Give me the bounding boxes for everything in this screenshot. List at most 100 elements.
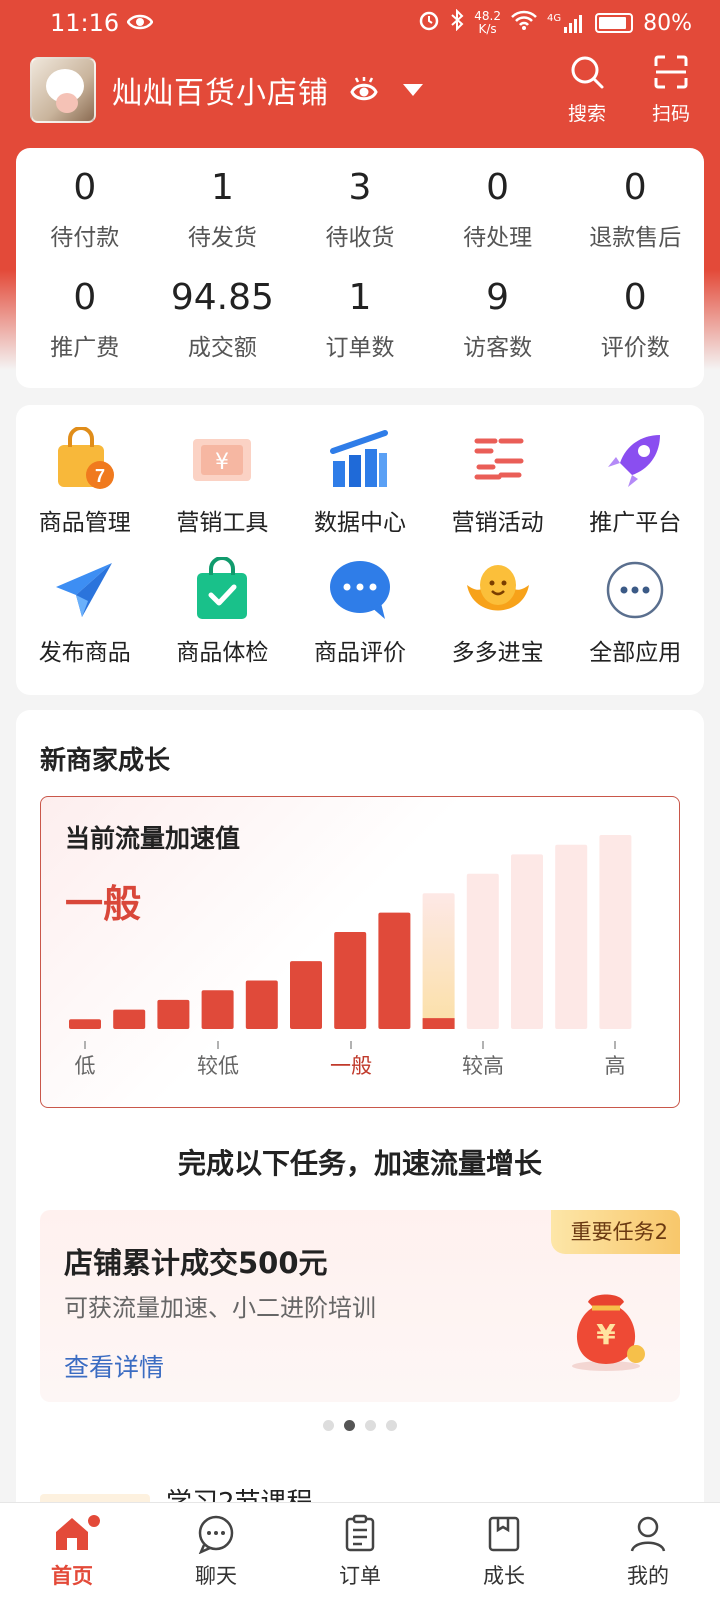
signal-icon: 4G <box>547 13 585 33</box>
search-label: 搜索 <box>567 103 606 125</box>
traffic-accel-chart[interactable]: 低较低 一般 较高高 当前流量加速值 一般 <box>40 796 680 1108</box>
chart-bar <box>422 893 455 1029</box>
stat-value: 9 <box>486 277 510 318</box>
tab-home[interactable]: 首页 <box>0 1503 144 1600</box>
app-publish-product[interactable]: 发布商品 <box>16 557 154 687</box>
chat-icon <box>196 1514 236 1558</box>
app-product-reviews[interactable]: 商品评价 <box>291 557 429 687</box>
carousel-dot[interactable] <box>386 1420 397 1431</box>
carousel-indicator <box>16 1420 704 1431</box>
chart-level-label: 较低 <box>197 1054 239 1078</box>
store-name[interactable]: 灿灿百货小店铺 <box>112 68 329 112</box>
stat-pending-receipt[interactable]: 3 待收货 <box>291 166 429 276</box>
app-duoduo-jinbao[interactable]: 多多进宝 <box>429 557 567 687</box>
stat-value: 0 <box>486 167 510 208</box>
app-label: 营销活动 <box>451 510 544 536</box>
app-label: 发布商品 <box>38 640 131 666</box>
home-icon <box>52 1514 92 1558</box>
stat-label: 待收货 <box>325 225 395 251</box>
chart-bar <box>113 1009 146 1029</box>
task-heading: 完成以下任务，加速流量增长 <box>177 1147 542 1180</box>
paper-plane-icon <box>52 557 118 623</box>
stat-label: 推广费 <box>50 335 120 361</box>
bottom-tab-bar: 首页 聊天 订单 成长 我的 <box>0 1502 720 1600</box>
app-all-apps[interactable]: 全部应用 <box>566 557 704 687</box>
app-product-check[interactable]: 商品体检 <box>154 557 292 687</box>
svg-text:¥: ¥ <box>215 450 229 475</box>
promotion-icon <box>465 427 531 493</box>
chart-bar-progress <box>422 1018 455 1029</box>
more-icon <box>602 557 668 623</box>
app-header: 灿灿百货小店铺 搜索 扫码 <box>0 52 720 128</box>
tab-label: 成长 <box>483 1563 525 1588</box>
stat-visitors[interactable]: 9 访客数 <box>429 276 567 386</box>
task-card[interactable]: 重要任务2 店铺累计成交500元 可获流量加速、小二进阶培训 查看详情 ¥ <box>40 1210 680 1402</box>
stat-refunds[interactable]: 0 退款售后 <box>566 166 704 276</box>
tab-label: 聊天 <box>195 1563 237 1588</box>
shopping-bag-icon: 7 <box>52 427 118 493</box>
stat-label: 评价数 <box>600 335 670 361</box>
app-marketing-activities[interactable]: 营销活动 <box>429 427 567 557</box>
stat-promotion-fee[interactable]: 0 推广费 <box>16 276 154 386</box>
stat-pending-handling[interactable]: 0 待处理 <box>429 166 567 276</box>
stat-label: 待处理 <box>463 225 533 251</box>
chart-level-label: 一般 <box>330 1054 372 1078</box>
store-switch-chevron-down-icon[interactable] <box>401 78 425 102</box>
app-label: 多多进宝 <box>451 640 544 666</box>
svg-text:¥: ¥ <box>596 1318 616 1351</box>
stat-label: 退款售后 <box>589 225 682 251</box>
scan-label: 扫码 <box>651 103 690 125</box>
visibility-eye-icon[interactable] <box>349 75 379 105</box>
wifi-icon <box>511 10 537 36</box>
app-data-center[interactable]: 数据中心 <box>291 427 429 557</box>
tab-profile[interactable]: 我的 <box>576 1503 720 1600</box>
clock: 11:16 <box>50 9 120 37</box>
stat-value: 0 <box>623 277 647 318</box>
status-bar: 11:16 48.2 K/s 4G 80% <box>0 0 720 46</box>
app-label: 商品体检 <box>176 640 269 666</box>
search-button[interactable]: 搜索 <box>568 54 606 126</box>
search-icon <box>569 54 605 95</box>
notification-dot <box>88 1515 100 1527</box>
growth-book-icon <box>484 1514 524 1558</box>
store-stats-card: 0 待付款 1 待发货 3 待收货 0 待处理 0 退款售后 0 推广费 94.85 成交额 … <box>16 148 704 388</box>
section-title: 新商家成长 <box>40 746 171 776</box>
chart-bar <box>245 980 278 1029</box>
tab-growth[interactable]: 成长 <box>432 1503 576 1600</box>
app-promotion-platform[interactable]: 推广平台 <box>566 427 704 557</box>
chat-bubble-icon <box>327 557 393 623</box>
net-speed: 48.2 K/s <box>474 9 501 36</box>
stat-label: 成交额 <box>187 335 257 361</box>
task-desc: 可获流量加速、小二进阶培训 <box>64 1294 376 1322</box>
battery-icon <box>595 13 634 33</box>
app-marketing-tools[interactable]: ¥ 营销工具 <box>154 427 292 557</box>
carousel-dot[interactable] <box>344 1420 355 1431</box>
tab-chat[interactable]: 聊天 <box>144 1503 288 1600</box>
stat-pending-payment[interactable]: 0 待付款 <box>16 166 154 276</box>
carousel-dot[interactable] <box>365 1420 376 1431</box>
chart-bar <box>201 990 234 1029</box>
app-label: 商品评价 <box>313 640 406 666</box>
stat-gmv[interactable]: 94.85 成交额 <box>154 276 292 386</box>
eye-icon <box>126 9 154 37</box>
store-avatar[interactable] <box>30 57 96 123</box>
stat-value: 1 <box>348 277 372 318</box>
app-label: 商品管理 <box>38 510 131 536</box>
stat-value: 94.85 <box>170 277 274 318</box>
carousel-dot[interactable] <box>323 1420 334 1431</box>
view-details-link[interactable]: 查看详情 <box>64 1348 164 1384</box>
stat-reviews[interactable]: 0 评价数 <box>566 276 704 386</box>
coupon-icon: ¥ <box>189 427 255 493</box>
scan-icon <box>653 54 689 95</box>
stat-pending-shipment[interactable]: 1 待发货 <box>154 166 292 276</box>
chart-level-label: 高 <box>605 1054 626 1078</box>
chart-bar <box>157 999 190 1029</box>
tab-orders[interactable]: 订单 <box>288 1503 432 1600</box>
stat-orders[interactable]: 1 订单数 <box>291 276 429 386</box>
tab-label: 订单 <box>339 1563 381 1588</box>
chart-bar <box>555 844 588 1029</box>
stat-label: 待发货 <box>187 225 257 251</box>
battery-level: 80% <box>643 10 692 36</box>
scan-button[interactable]: 扫码 <box>652 54 690 126</box>
app-product-management[interactable]: 7 商品管理 <box>16 427 154 557</box>
